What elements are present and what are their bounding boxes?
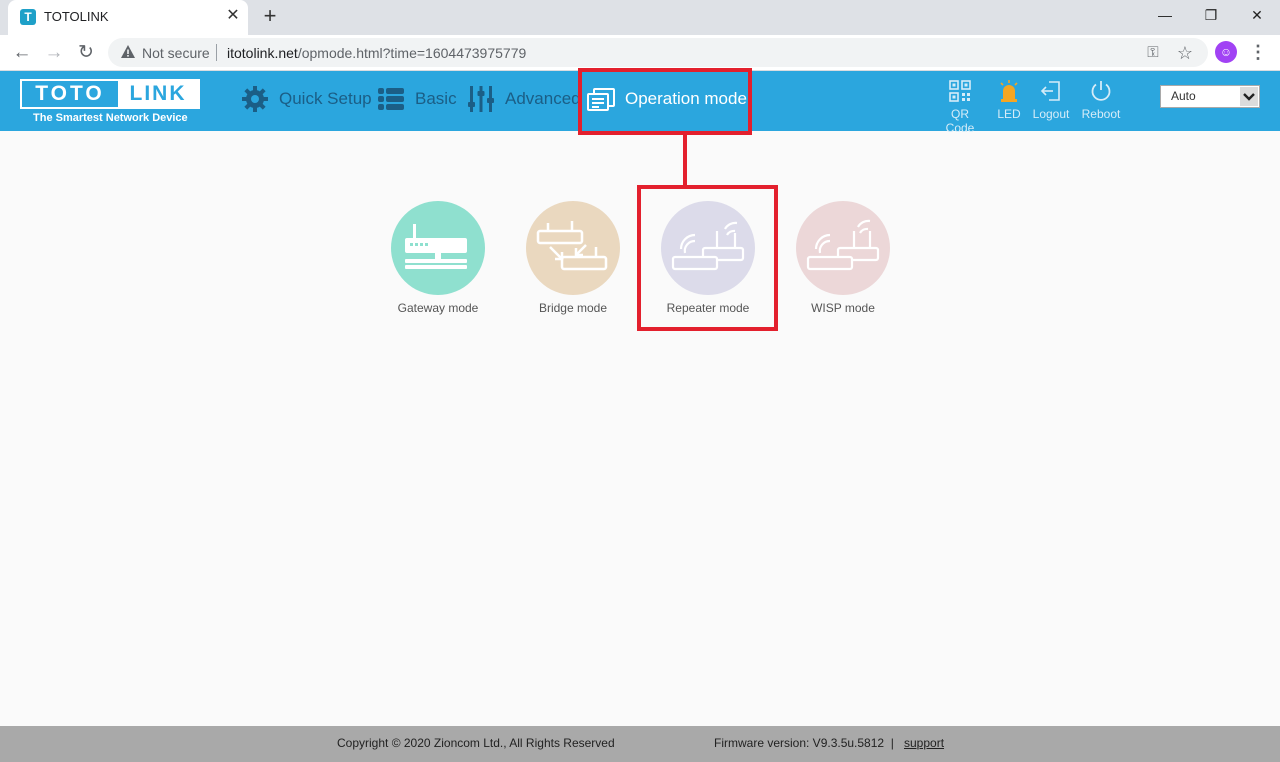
qr-code-button[interactable]: QR Code <box>935 79 985 135</box>
url-path: /opmode.html?time=1604473975779 <box>297 45 527 61</box>
browser-tab[interactable]: T TOTOLINK ✕ <box>8 0 248 35</box>
operation-mode-highlight <box>578 68 752 135</box>
repeater-mode-option[interactable]: Repeater mode <box>653 201 763 321</box>
profile-avatar[interactable]: ☺ <box>1215 41 1237 63</box>
gear-icon <box>242 86 268 112</box>
wisp-mode-icon <box>796 201 890 295</box>
tab-title: TOTOLINK <box>44 9 109 24</box>
browser-titlebar: T TOTOLINK ✕ + — ❐ ✕ <box>0 0 1280 35</box>
logo-text-toto: TOTO <box>35 82 105 105</box>
chevron-down-icon <box>1240 87 1258 106</box>
mode-label: Bridge mode <box>538 301 608 315</box>
logo-tagline: The Smartest Network Device <box>33 112 188 124</box>
tool-label: Reboot <box>1081 107 1121 121</box>
gateway-mode-option[interactable]: Gateway mode <box>383 201 493 321</box>
totolink-favicon-icon: T <box>20 9 36 25</box>
nav-quick-setup[interactable]: Quick Setup <box>241 84 372 114</box>
logout-button[interactable]: Logout <box>1026 79 1076 121</box>
omnibox-divider <box>216 44 217 61</box>
reboot-button[interactable]: Reboot <box>1076 79 1126 121</box>
mode-label: WISP mode <box>811 301 875 315</box>
browser-menu-icon[interactable]: ⋮ <box>1248 40 1268 64</box>
forward-button[interactable]: → <box>41 40 67 66</box>
url-text[interactable]: itotolink.net/opmode.html?time=160447397… <box>227 45 526 61</box>
reload-button[interactable]: ↻ <box>73 40 99 66</box>
key-icon[interactable]: ⚿ <box>1144 44 1162 62</box>
power-icon <box>1091 81 1111 101</box>
nav-label: Basic <box>415 89 457 108</box>
nav-advanced[interactable]: Advanced <box>467 84 581 114</box>
language-select[interactable]: Auto <box>1160 85 1260 108</box>
qr-code-icon <box>949 80 971 102</box>
tool-label: Logout <box>1032 107 1070 121</box>
new-tab-button[interactable]: + <box>258 5 282 29</box>
logo-text-link: LINK <box>118 81 198 107</box>
repeater-mode-icon <box>661 201 755 295</box>
address-bar[interactable]: Not secure itotolink.net/opmode.html?tim… <box>108 38 1208 67</box>
security-status[interactable]: Not secure <box>142 45 210 61</box>
tool-label: QR Code <box>945 107 975 135</box>
firmware-version: Firmware version: V9.3.5u.5812 | <box>714 736 894 750</box>
url-host: itotolink.net <box>227 45 298 61</box>
page-footer: Copyright © 2020 Zioncom Ltd., All Right… <box>0 726 1280 762</box>
warning-icon[interactable] <box>120 44 136 60</box>
logout-icon <box>1040 81 1060 101</box>
language-selected-value: Auto <box>1171 89 1196 103</box>
bridge-mode-option[interactable]: Bridge mode <box>518 201 628 321</box>
nav-basic[interactable]: Basic <box>377 84 457 114</box>
restore-button[interactable]: ❐ <box>1188 0 1234 32</box>
mode-label: Repeater mode <box>666 301 750 315</box>
bridge-mode-icon <box>526 201 620 295</box>
highlight-connector-line <box>683 134 687 186</box>
totolink-logo[interactable]: TOTO LINK <box>20 79 200 109</box>
led-icon <box>1000 80 1018 102</box>
tab-close-icon[interactable]: ✕ <box>224 6 242 26</box>
support-link[interactable]: support <box>904 736 944 750</box>
list-icon <box>378 88 404 110</box>
nav-label: Advanced <box>505 89 581 108</box>
minimize-button[interactable]: — <box>1142 0 1188 32</box>
star-icon[interactable]: ☆ <box>1176 44 1194 62</box>
back-button[interactable]: ← <box>9 40 35 66</box>
copyright-text: Copyright © 2020 Zioncom Ltd., All Right… <box>337 736 615 750</box>
nav-label: Quick Setup <box>279 89 372 108</box>
window-close-button[interactable]: ✕ <box>1234 0 1280 32</box>
browser-toolbar: ← → ↻ Not secure itotolink.net/opmode.ht… <box>0 35 1280 71</box>
gateway-mode-icon <box>391 201 485 295</box>
wisp-mode-option[interactable]: WISP mode <box>788 201 898 321</box>
sliders-icon <box>468 86 494 112</box>
mode-label: Gateway mode <box>397 301 479 315</box>
